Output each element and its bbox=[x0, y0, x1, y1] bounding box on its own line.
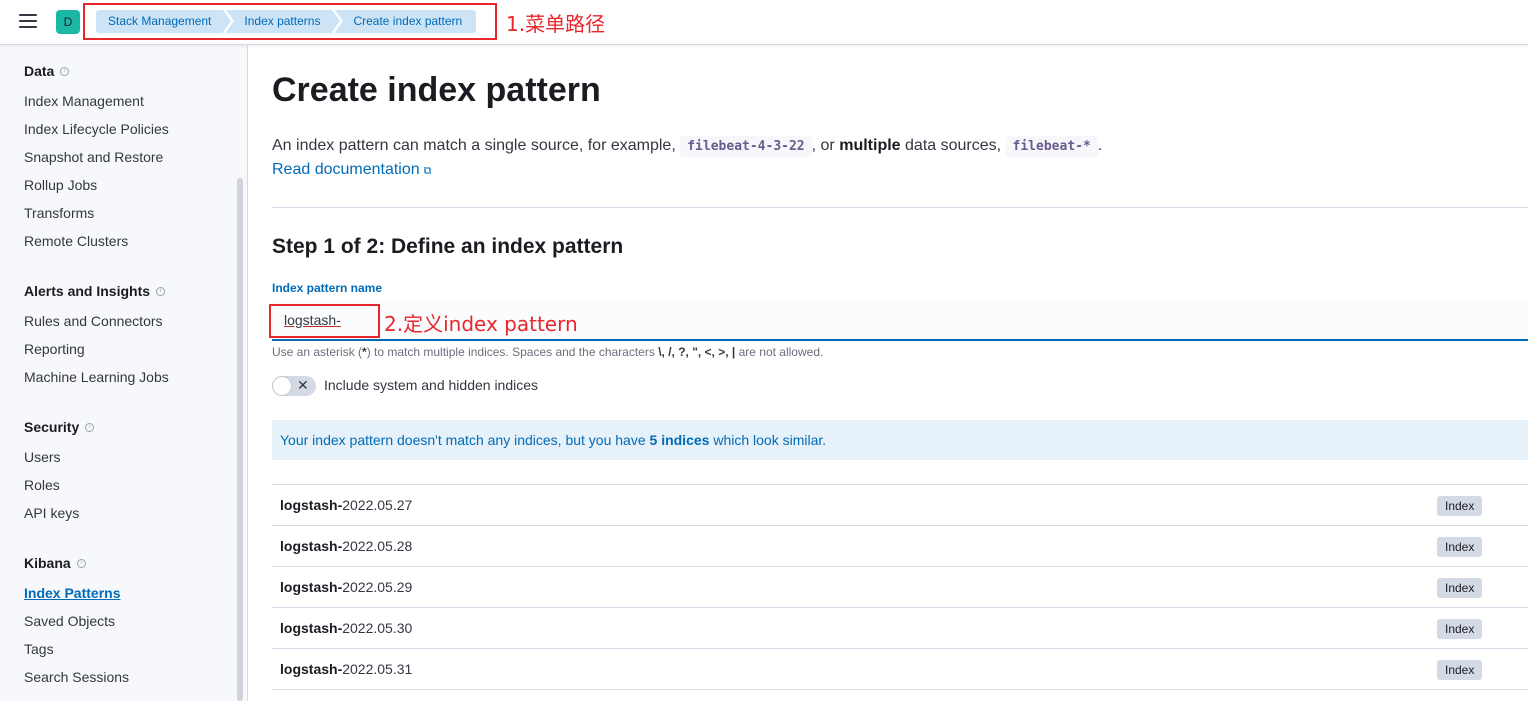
index-badge: Index bbox=[1437, 619, 1483, 639]
list-item: logstash-2022.05.29 Index bbox=[272, 567, 1528, 608]
index-pattern-name-label: Index pattern name bbox=[272, 281, 383, 295]
menu-icon[interactable] bbox=[19, 14, 37, 28]
divider bbox=[272, 207, 1528, 208]
callout-text: which look similar. bbox=[713, 432, 827, 448]
toggle-knob bbox=[272, 376, 292, 396]
list-item: logstash-2022.05.30 Index bbox=[272, 608, 1528, 649]
sidebar-item-users[interactable]: Users bbox=[24, 449, 61, 465]
sidebar-group-alerts: Alerts and Insights i bbox=[24, 283, 166, 299]
include-hidden-indices-label[interactable]: Include system and hidden indices bbox=[324, 377, 538, 393]
index-name: logstash-2022.05.28 bbox=[280, 538, 412, 554]
desc-text: An index pattern can match a single sour… bbox=[272, 137, 676, 154]
list-item: logstash-2022.05.31 Index bbox=[272, 649, 1528, 690]
sidebar-item-search-sessions[interactable]: Search Sessions bbox=[24, 669, 129, 685]
input-help-text: Use an asterisk (*) to match multiple in… bbox=[272, 345, 823, 359]
index-name-rest: 2022.05.27 bbox=[342, 497, 413, 513]
sidebar-item-transforms[interactable]: Transforms bbox=[24, 205, 94, 221]
sidebar-item-saved-objects[interactable]: Saved Objects bbox=[24, 613, 115, 629]
index-name-rest: 2022.05.28 bbox=[342, 538, 413, 554]
code-example-multiple: filebeat-* bbox=[1005, 136, 1098, 157]
index-badge: Index bbox=[1437, 660, 1483, 680]
sidebar-group-title: Kibana bbox=[24, 555, 71, 571]
sidebar-group-security: Security i bbox=[24, 419, 95, 435]
index-name-match: logstash- bbox=[280, 579, 343, 595]
list-item: logstash-2022.05.27 Index bbox=[272, 485, 1528, 526]
help-text: Use an asterisk ( bbox=[272, 345, 363, 359]
step-title: Step 1 of 2: Define an index pattern bbox=[272, 235, 624, 258]
sidebar-item-index-patterns[interactable]: Index Patterns bbox=[24, 585, 120, 601]
desc-bold: multiple bbox=[839, 137, 901, 154]
sidebar-group-kibana: Kibana i bbox=[24, 555, 86, 571]
index-name-rest: 2022.05.31 bbox=[342, 661, 413, 677]
annotation-box-define-pattern bbox=[269, 304, 380, 338]
info-icon: i bbox=[76, 558, 86, 568]
sidebar-item-rollup-jobs[interactable]: Rollup Jobs bbox=[24, 177, 97, 193]
index-name: logstash-2022.05.27 bbox=[280, 497, 412, 513]
index-name: logstash-2022.05.29 bbox=[280, 579, 412, 595]
management-sidebar: Data i Index Management Index Lifecycle P… bbox=[0, 45, 248, 701]
annotation-box-menu-path bbox=[83, 3, 497, 40]
sidebar-item-roles[interactable]: Roles bbox=[24, 477, 60, 493]
sidebar-item-remote-clusters[interactable]: Remote Clusters bbox=[24, 233, 128, 249]
no-match-callout: Your index pattern doesn't match any ind… bbox=[272, 420, 1528, 460]
sidebar-group-data: Data i bbox=[24, 63, 70, 79]
desc-text: . bbox=[1097, 137, 1103, 154]
index-name-rest: 2022.05.29 bbox=[342, 579, 413, 595]
desc-text: , or bbox=[811, 137, 835, 154]
sidebar-group-title: Data bbox=[24, 63, 55, 79]
info-icon: i bbox=[156, 286, 166, 296]
main-content: Create index pattern An index pattern ca… bbox=[248, 45, 1528, 701]
annotation-label-define-pattern: 2.定义index pattern bbox=[384, 312, 578, 336]
page-title: Create index pattern bbox=[272, 71, 601, 109]
index-name: logstash-2022.05.30 bbox=[280, 620, 412, 636]
index-name-match: logstash- bbox=[280, 497, 343, 513]
sidebar-item-machine-learning-jobs[interactable]: Machine Learning Jobs bbox=[24, 369, 169, 385]
sidebar-item-rules-and-connectors[interactable]: Rules and Connectors bbox=[24, 313, 163, 329]
callout-text: Your index pattern doesn't match any ind… bbox=[280, 432, 646, 448]
index-badge: Index bbox=[1437, 537, 1483, 557]
doc-link-label: Read documentation bbox=[272, 161, 420, 178]
sidebar-item-reporting[interactable]: Reporting bbox=[24, 341, 85, 357]
code-example-single: filebeat-4-3-22 bbox=[680, 136, 812, 157]
info-icon: i bbox=[85, 422, 95, 432]
help-text: ) to match multiple indices. Spaces and … bbox=[366, 345, 655, 359]
help-text: are not allowed. bbox=[738, 345, 824, 359]
sidebar-item-tags[interactable]: Tags bbox=[24, 641, 54, 657]
index-name-match: logstash- bbox=[280, 661, 343, 677]
index-badge: Index bbox=[1437, 496, 1483, 516]
sidebar-item-index-lifecycle-policies[interactable]: Index Lifecycle Policies bbox=[24, 121, 169, 137]
sidebar-item-index-management[interactable]: Index Management bbox=[24, 93, 144, 109]
include-hidden-indices-toggle[interactable]: ✕ bbox=[272, 376, 316, 396]
read-documentation-link[interactable]: Read documentation ⧉ bbox=[272, 161, 432, 179]
matching-indices-list: logstash-2022.05.27 Index logstash-2022.… bbox=[272, 484, 1528, 690]
space-avatar[interactable]: D bbox=[56, 10, 80, 34]
sidebar-group-title: Security bbox=[24, 419, 80, 435]
external-link-icon: ⧉ bbox=[423, 165, 432, 177]
sidebar-group-title: Alerts and Insights bbox=[24, 283, 151, 299]
page-description: An index pattern can match a single sour… bbox=[272, 135, 1102, 158]
index-name: logstash-2022.05.31 bbox=[280, 661, 412, 677]
index-name-match: logstash- bbox=[280, 620, 343, 636]
index-name-rest: 2022.05.30 bbox=[342, 620, 413, 636]
sidebar-item-api-keys[interactable]: API keys bbox=[24, 505, 79, 521]
callout-bold: 5 indices bbox=[649, 432, 710, 448]
help-chars: \, /, ?, ", <, >, | bbox=[658, 345, 736, 359]
sidebar-scrollbar[interactable] bbox=[237, 178, 243, 701]
sidebar-item-snapshot-and-restore[interactable]: Snapshot and Restore bbox=[24, 149, 163, 165]
annotation-label-menu-path: 1.菜单路径 bbox=[506, 12, 606, 36]
cross-icon: ✕ bbox=[297, 377, 309, 393]
list-item: logstash-2022.05.28 Index bbox=[272, 526, 1528, 567]
info-icon: i bbox=[60, 66, 70, 76]
index-name-match: logstash- bbox=[280, 538, 343, 554]
index-badge: Index bbox=[1437, 578, 1483, 598]
desc-text: data sources, bbox=[905, 137, 1002, 154]
